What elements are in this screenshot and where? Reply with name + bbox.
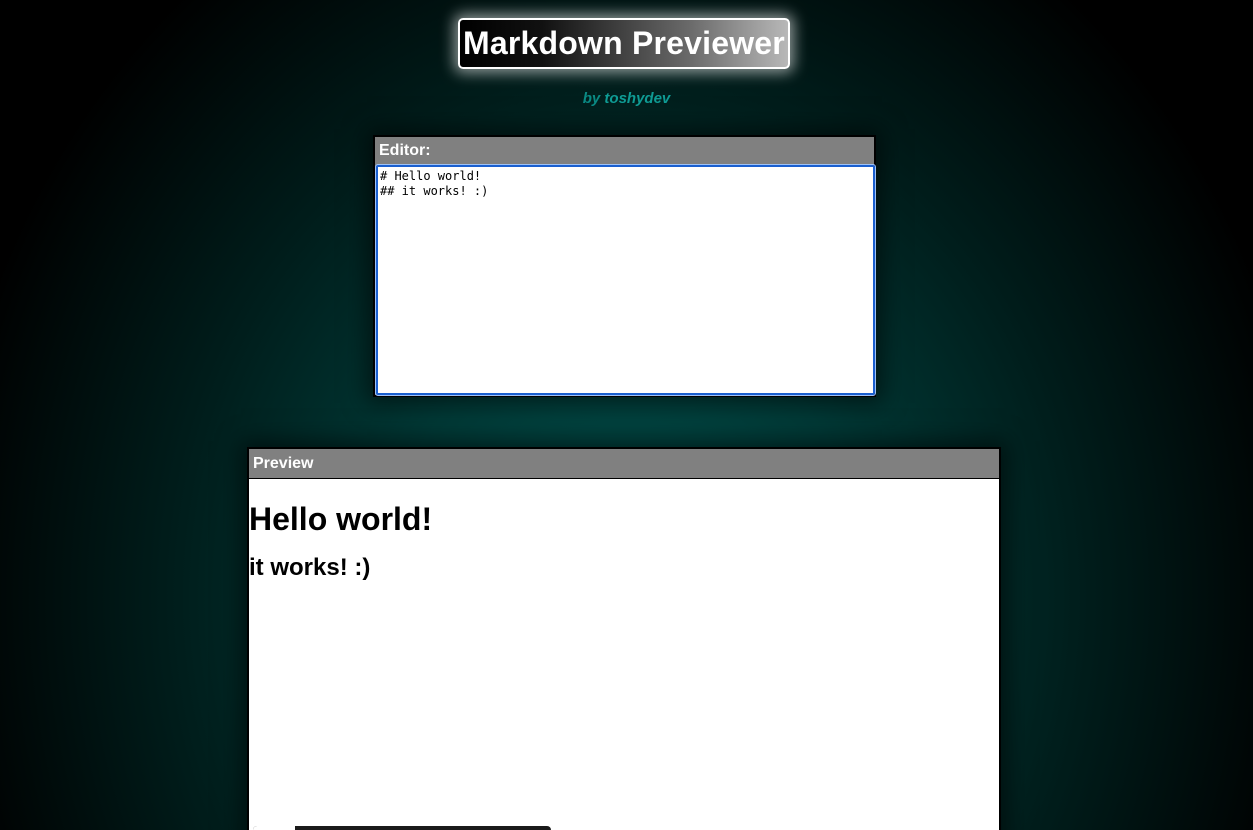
bottom-bar[interactable]: [253, 826, 551, 830]
preview-heading-2: it works! :): [249, 554, 371, 581]
editor-header: Editor:: [375, 137, 874, 165]
byline-prefix: by: [582, 90, 605, 107]
preview-header: Preview: [249, 449, 999, 479]
author-link[interactable]: toshydev: [604, 90, 670, 107]
page-title: Markdown Previewer: [463, 25, 785, 61]
preview-panel: Preview Hello world! it works! :): [247, 447, 1001, 830]
editor-panel: Editor:: [373, 135, 876, 397]
editor-label: Editor:: [379, 142, 431, 159]
preview-heading-1: Hello world!: [249, 501, 433, 537]
editor-textarea[interactable]: [375, 164, 876, 396]
preview-label: Preview: [253, 454, 314, 472]
title-box: Markdown Previewer: [458, 18, 790, 69]
bottom-bar-knob[interactable]: [253, 826, 295, 830]
byline: by toshydev: [0, 90, 1253, 107]
preview-content: Hello world! it works! :): [249, 499, 999, 583]
